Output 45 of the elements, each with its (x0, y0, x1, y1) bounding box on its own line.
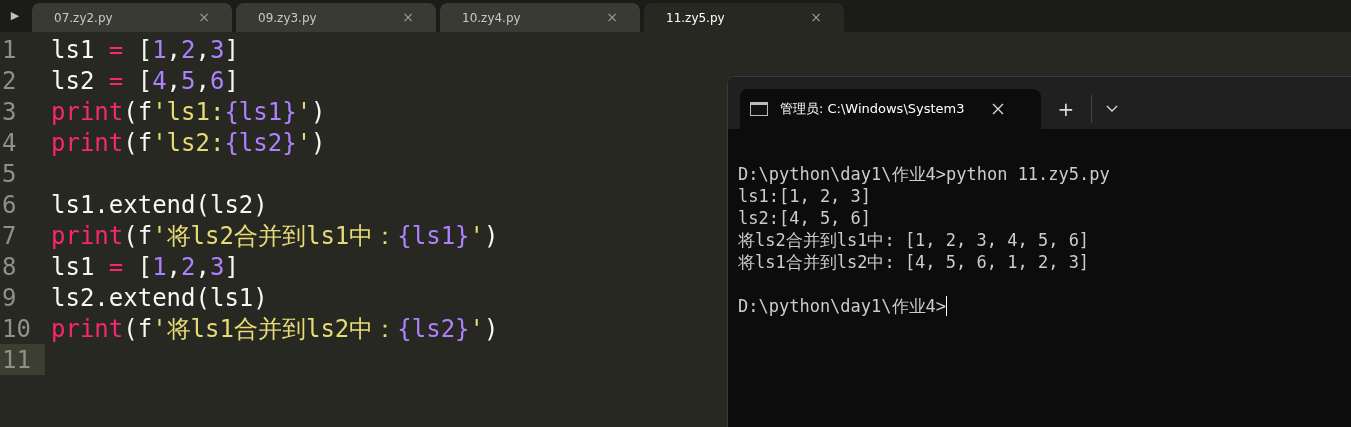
new-tab-button[interactable]: + (1041, 89, 1091, 129)
close-tab[interactable]: × (606, 7, 618, 28)
line-number: 9 (1, 282, 18, 313)
tab-label: 07.zy2.py (54, 9, 113, 27)
line-number: 7 (1, 220, 18, 251)
close-tab[interactable]: × (810, 7, 822, 28)
code-line: ls1 = [1,2,3] (51, 34, 239, 66)
code-line: ls2.extend(ls1) (51, 282, 268, 314)
file-tab[interactable]: 07.zy2.py × (32, 3, 232, 32)
code-line: ls1.extend(ls2) (51, 189, 268, 221)
terminal-line: ls2:[4, 5, 6] (738, 207, 872, 229)
terminal-line: 将ls2合并到ls1中: [1, 2, 3, 4, 5, 6] (738, 229, 1090, 251)
code-line: print(f'将ls1合并到ls2中：{ls2}') (51, 313, 499, 345)
line-number: 4 (1, 127, 18, 158)
close-tab[interactable]: × (198, 7, 210, 28)
code-line: ls1 = [1,2,3] (51, 251, 239, 283)
close-icon[interactable] (992, 103, 1004, 115)
code-line: print(f'ls2:{ls2}') (51, 127, 326, 159)
line-number: 2 (1, 65, 18, 96)
file-tab[interactable]: 09.zy3.py × (236, 3, 436, 32)
terminal-line: ls1:[1, 2, 3] (738, 185, 872, 207)
dropdown-chevron-icon[interactable] (1106, 105, 1118, 113)
terminal-line: D:\python\day1\作业4> (738, 295, 946, 317)
code-line: print(f'ls1:{ls1}') (51, 96, 326, 128)
terminal-line: D:\python\day1\作业4>python 11.zy5.py (738, 163, 1110, 185)
file-tab[interactable]: 11.zy5.py × (644, 3, 844, 32)
line-number: 8 (1, 251, 18, 282)
tab-title: 管理员: C:\Windows\System3 (780, 100, 966, 119)
tab-label: 09.zy3.py (258, 9, 317, 27)
code-line: ls2 = [4,5,6] (51, 65, 239, 97)
tab-label: 10.zy4.py (462, 9, 521, 27)
file-tab[interactable]: 10.zy4.py × (440, 3, 640, 32)
code-line: print(f'将ls2合并到ls1中：{ls1}') (51, 220, 499, 252)
line-number: 5 (1, 158, 18, 189)
line-number: 3 (1, 96, 18, 127)
line-number: 1 (1, 34, 18, 65)
terminal-line: 将ls1合并到ls2中: [4, 5, 6, 1, 2, 3] (738, 251, 1090, 273)
console-icon (750, 102, 768, 116)
tab-label: 11.zy5.py (666, 9, 725, 27)
terminal-tab[interactable]: 管理员: C:\Windows\System3 (740, 89, 1041, 129)
close-tab[interactable]: × (402, 7, 414, 28)
menu-arrow[interactable]: ▶ (0, 0, 30, 32)
line-number: 6 (1, 189, 18, 220)
line-number: 11 (0, 344, 45, 375)
line-number: 10 (1, 313, 32, 344)
